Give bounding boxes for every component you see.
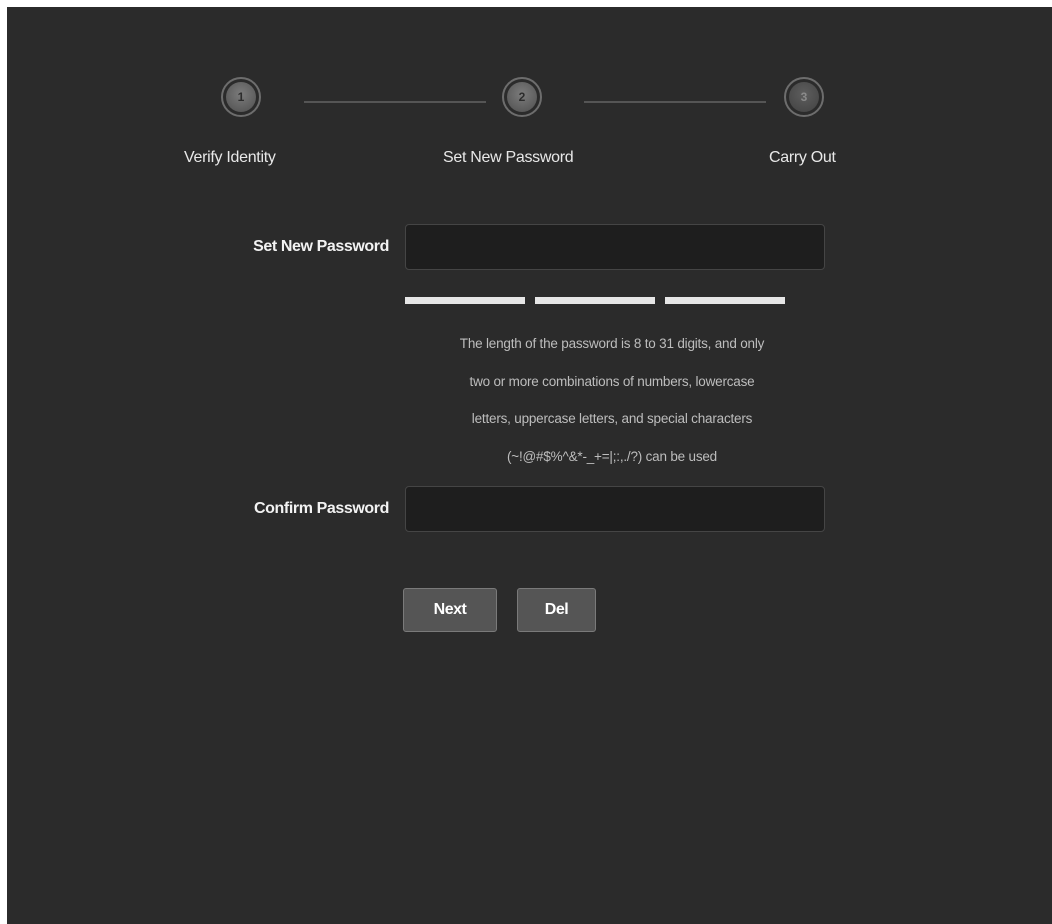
step-2-indicator: 2 [502, 77, 542, 117]
step-connector-1-2 [304, 101, 486, 103]
step-3-number: 3 [789, 82, 819, 112]
next-button[interactable]: Next [403, 588, 497, 632]
hint-line: The length of the password is 8 to 31 di… [459, 336, 765, 351]
password-strength-segment-1 [405, 297, 525, 304]
hint-line: (~!@#$%^&*-_+=|;:,./?) can be used [507, 448, 717, 464]
hint-line: letters, uppercase letters, and special … [471, 411, 753, 426]
password-rules-hint: The length of the password is 8 to 31 di… [398, 325, 826, 475]
password-strength-segment-2 [535, 297, 655, 304]
confirm-password-input[interactable] [405, 486, 825, 532]
step-2-number: 2 [507, 82, 537, 112]
confirm-password-label: Confirm Password [254, 500, 389, 517]
step-connector-2-3 [584, 101, 766, 103]
new-password-input[interactable] [405, 224, 825, 270]
step-3-indicator: 3 [784, 77, 824, 117]
del-button[interactable]: Del [517, 588, 596, 632]
new-password-label: Set New Password [253, 238, 389, 255]
step-1-label: Verify Identity [184, 149, 276, 166]
hint-line: two or more combinations of numbers, low… [469, 373, 755, 389]
step-1-indicator: 1 [221, 77, 261, 117]
step-1-number: 1 [226, 82, 256, 112]
password-strength-segment-3 [665, 297, 785, 304]
step-2-label: Set New Password [443, 149, 574, 166]
step-3-label: Carry Out [769, 149, 836, 166]
